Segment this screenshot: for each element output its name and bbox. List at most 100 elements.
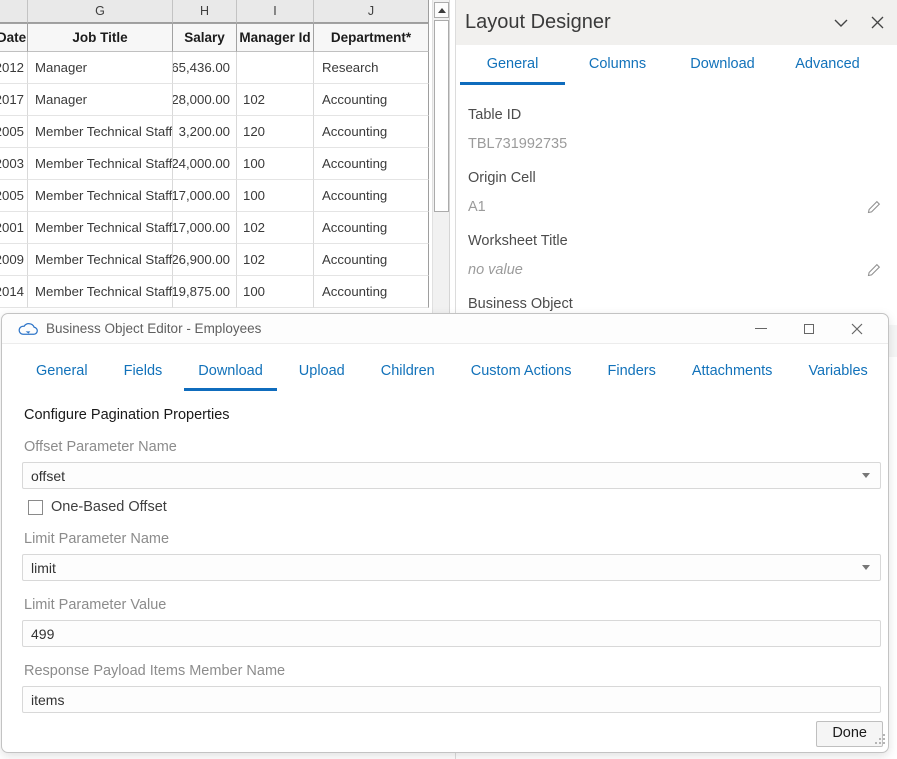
- response-payload-items-member-name-input[interactable]: [22, 686, 881, 713]
- cell-salary[interactable]: 19,875.00: [173, 276, 237, 308]
- tab-general[interactable]: General: [460, 45, 565, 85]
- cell-salary[interactable]: 65,436.00: [173, 52, 237, 84]
- column-letter-j[interactable]: J: [314, 0, 429, 23]
- cell-manager-id[interactable]: 100: [237, 276, 314, 308]
- window-controls: [754, 322, 888, 336]
- tab-fields[interactable]: Fields: [110, 356, 177, 391]
- table-row: 2014 Member Technical Staff 19,875.00 10…: [0, 276, 429, 308]
- table-row: 2001 Member Technical Staff 17,000.00 10…: [0, 212, 429, 244]
- tab-download[interactable]: Download: [184, 356, 277, 391]
- cell-date[interactable]: 2014: [0, 276, 28, 308]
- table-header-row: Date Job Title Salary Manager Id Departm…: [0, 23, 429, 52]
- column-letter-i[interactable]: I: [237, 0, 314, 23]
- cell-job-title[interactable]: Member Technical Staff: [28, 244, 173, 276]
- cell-date[interactable]: 2005: [0, 180, 28, 212]
- cell-salary[interactable]: 3,200.00: [173, 116, 237, 148]
- limit-parameter-value-input[interactable]: [22, 620, 881, 647]
- tab-custom-actions[interactable]: Custom Actions: [457, 356, 586, 391]
- dialog-titlebar[interactable]: Business Object Editor - Employees: [2, 314, 888, 344]
- cell-manager-id[interactable]: 102: [237, 244, 314, 276]
- tab-upload[interactable]: Upload: [285, 356, 359, 391]
- cloud-icon: [17, 321, 38, 336]
- tab-columns[interactable]: Columns: [565, 45, 670, 85]
- worksheet-title-label: Worksheet Title: [468, 233, 885, 249]
- column-letter-g[interactable]: G: [28, 0, 173, 23]
- table-id-label: Table ID: [468, 107, 885, 123]
- minimize-icon[interactable]: [754, 322, 768, 336]
- dialog-body: Configure Pagination Properties Offset P…: [2, 391, 888, 713]
- cell-job-title[interactable]: Member Technical Staff: [28, 148, 173, 180]
- cell-department[interactable]: Accounting: [314, 244, 429, 276]
- layout-designer-header: Layout Designer: [456, 0, 897, 45]
- cell-date[interactable]: 2003: [0, 148, 28, 180]
- tab-variables[interactable]: Variables: [794, 356, 881, 391]
- scrollbar-thumb[interactable]: [434, 20, 449, 212]
- origin-cell-value: A1: [468, 199, 885, 219]
- cell-job-title[interactable]: Member Technical Staff: [28, 116, 173, 148]
- cell-department[interactable]: Accounting: [314, 180, 429, 212]
- maximize-icon[interactable]: [802, 322, 816, 336]
- cell-department[interactable]: Research: [314, 52, 429, 84]
- limit-parameter-name-input[interactable]: [22, 554, 881, 581]
- sheet-vertical-scrollbar[interactable]: [432, 0, 450, 313]
- cell-manager-id[interactable]: 102: [237, 212, 314, 244]
- cell-job-title[interactable]: Member Technical Staff: [28, 276, 173, 308]
- cell-date[interactable]: 2005: [0, 116, 28, 148]
- column-letter-partial[interactable]: [0, 0, 28, 23]
- pencil-icon[interactable]: [867, 200, 881, 218]
- header-department[interactable]: Department*: [314, 23, 429, 52]
- scroll-up-arrow-icon[interactable]: [434, 2, 449, 18]
- close-icon[interactable]: [850, 322, 864, 336]
- cell-date[interactable]: 2009: [0, 244, 28, 276]
- header-salary[interactable]: Salary: [173, 23, 237, 52]
- limit-parameter-name-label: Limit Parameter Name: [24, 531, 881, 547]
- cell-job-title[interactable]: Member Technical Staff: [28, 212, 173, 244]
- limit-parameter-value-label: Limit Parameter Value: [24, 597, 881, 613]
- cell-department[interactable]: Accounting: [314, 276, 429, 308]
- cell-salary[interactable]: 17,000.00: [173, 180, 237, 212]
- table-row: 2012 Manager 65,436.00 Research: [0, 52, 429, 84]
- cell-department[interactable]: Accounting: [314, 84, 429, 116]
- close-icon[interactable]: [871, 16, 884, 34]
- header-job-title[interactable]: Job Title: [28, 23, 173, 52]
- tab-children[interactable]: Children: [367, 356, 449, 391]
- cell-job-title[interactable]: Member Technical Staff: [28, 180, 173, 212]
- tab-general[interactable]: General: [22, 356, 102, 391]
- one-based-offset-checkbox[interactable]: [28, 500, 43, 515]
- cell-manager-id[interactable]: 102: [237, 84, 314, 116]
- pencil-icon[interactable]: [867, 263, 881, 281]
- tab-finders[interactable]: Finders: [593, 356, 669, 391]
- worksheet-title-value: no value: [468, 262, 885, 282]
- header-manager-id[interactable]: Manager Id: [237, 23, 314, 52]
- cell-job-title[interactable]: Manager: [28, 84, 173, 116]
- tab-advanced[interactable]: Advanced: [775, 45, 880, 85]
- cell-department[interactable]: Accounting: [314, 116, 429, 148]
- cell-department[interactable]: Accounting: [314, 212, 429, 244]
- table-row: 2003 Member Technical Staff 24,000.00 10…: [0, 148, 429, 180]
- one-based-offset-row: One-Based Offset: [28, 499, 881, 515]
- cell-salary[interactable]: 17,000.00: [173, 212, 237, 244]
- table-body: 2012 Manager 65,436.00 Research 2017 Man…: [0, 52, 429, 308]
- cell-manager-id[interactable]: [237, 52, 314, 84]
- cell-date[interactable]: 2012: [0, 52, 28, 84]
- offset-parameter-name-input[interactable]: [22, 462, 881, 489]
- dialog-tabs: General Fields Download Upload Children …: [2, 356, 888, 391]
- done-button[interactable]: Done: [816, 721, 883, 747]
- cell-manager-id[interactable]: 100: [237, 180, 314, 212]
- cell-manager-id[interactable]: 100: [237, 148, 314, 180]
- column-letter-h[interactable]: H: [173, 0, 237, 23]
- cell-salary[interactable]: 24,000.00: [173, 148, 237, 180]
- cell-date[interactable]: 2017: [0, 84, 28, 116]
- cell-salary[interactable]: 26,900.00: [173, 244, 237, 276]
- tab-download[interactable]: Download: [670, 45, 775, 85]
- tab-attachments[interactable]: Attachments: [678, 356, 787, 391]
- header-date[interactable]: Date: [0, 23, 28, 52]
- response-payload-items-member-name-field: [22, 686, 881, 713]
- cell-date[interactable]: 2001: [0, 212, 28, 244]
- chevron-down-icon[interactable]: [833, 16, 849, 34]
- resize-grip-icon[interactable]: [875, 732, 886, 750]
- cell-job-title[interactable]: Manager: [28, 52, 173, 84]
- cell-department[interactable]: Accounting: [314, 148, 429, 180]
- cell-salary[interactable]: 28,000.00: [173, 84, 237, 116]
- cell-manager-id[interactable]: 120: [237, 116, 314, 148]
